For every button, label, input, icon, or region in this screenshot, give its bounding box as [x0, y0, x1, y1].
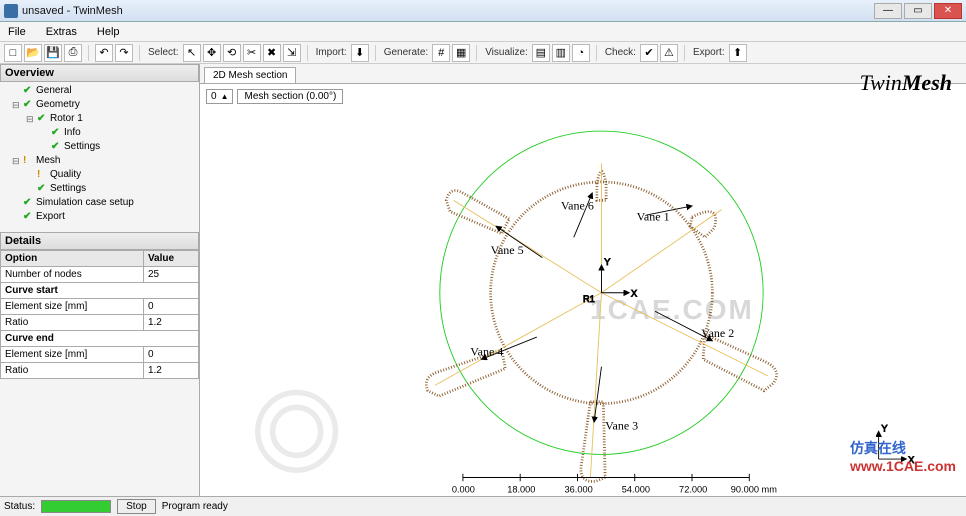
tree-node-export[interactable]: ✔Export: [4, 210, 195, 224]
scale-tick-label: 18.000: [507, 484, 535, 494]
axis-y-center: Y: [604, 257, 610, 267]
export-label: Export:: [693, 47, 725, 58]
select-label: Select:: [148, 47, 179, 58]
tab-2d-mesh[interactable]: 2D Mesh section: [204, 67, 296, 83]
new-icon[interactable]: □: [4, 44, 22, 62]
tree-node-geometry[interactable]: ⊟✔Geometry: [4, 98, 195, 112]
visualize-pie-icon[interactable]: ◔: [572, 44, 590, 62]
visualize-grid-icon[interactable]: ▤: [532, 44, 550, 62]
menubar: File Extras Help: [0, 22, 966, 42]
select-arrow-icon[interactable]: ↖: [183, 44, 201, 62]
check-quality-icon[interactable]: ✔: [640, 44, 658, 62]
status-label: Status:: [4, 501, 35, 512]
axis-x-center: X: [631, 288, 637, 298]
mesh-section-spinner[interactable]: 0 ▲: [206, 89, 233, 104]
section-curve-start: Curve start: [1, 283, 199, 299]
tree: ✔General ⊟✔Geometry ⊟✔Rotor 1 ✔Info ✔Set…: [0, 82, 199, 226]
tab-strip: 2D Mesh section: [200, 64, 966, 84]
import-label: Import:: [316, 47, 347, 58]
tree-node-general[interactable]: ✔General: [4, 84, 195, 98]
vane-4-label: Vane 4: [470, 345, 503, 359]
vane-5-label: Vane 5: [491, 243, 524, 257]
scale-tick-label: 36.000: [565, 484, 593, 494]
minimize-button[interactable]: —: [874, 3, 902, 19]
table-row: Ratio1.2: [1, 315, 199, 331]
titlebar: unsaved - TwinMesh — ▭ ✕: [0, 0, 966, 22]
workspace: Overview ✔General ⊟✔Geometry ⊟✔Rotor 1 ✔…: [0, 64, 966, 496]
details-panel: Details OptionValue Number of nodes25 Cu…: [0, 232, 199, 379]
footer-watermark: 仿真在线 www.1CAE.com: [850, 438, 956, 474]
maximize-button[interactable]: ▭: [904, 3, 932, 19]
window-title: unsaved - TwinMesh: [22, 5, 874, 17]
tree-node-info[interactable]: ✔Info: [4, 126, 195, 140]
canvas-area: 2D Mesh section 0 ▲ Mesh section (0.00°)…: [200, 64, 966, 496]
scale-tick-label: 0.000: [452, 484, 475, 494]
vane-2-label: Vane 2: [701, 326, 734, 340]
table-row: Number of nodes25: [1, 267, 199, 283]
menu-file[interactable]: File: [4, 25, 30, 39]
spinner-up-icon[interactable]: ▲: [221, 92, 229, 101]
open-icon[interactable]: 📂: [24, 44, 42, 62]
table-row: Element size [mm]0: [1, 299, 199, 315]
app-icon: [4, 4, 18, 18]
tree-node-settings-geom[interactable]: ✔Settings: [4, 140, 195, 154]
scale-tick-label: 72.000: [679, 484, 707, 494]
tree-node-quality[interactable]: !Quality: [4, 168, 195, 182]
scale-tick-label: 90.000 mm: [731, 484, 777, 494]
expand-icon: ⊟: [12, 154, 20, 168]
left-panel: Overview ✔General ⊟✔Geometry ⊟✔Rotor 1 ✔…: [0, 64, 200, 496]
vane-6-label: Vane 6: [561, 199, 594, 213]
save-icon[interactable]: 💾: [44, 44, 62, 62]
vane-1-label: Vane 1: [637, 210, 670, 224]
select-move-icon[interactable]: ✥: [203, 44, 221, 62]
axis-y-corner: Y: [881, 423, 887, 433]
tree-node-sim-setup[interactable]: ✔Simulation case setup: [4, 196, 195, 210]
undo-icon[interactable]: ↶: [95, 44, 113, 62]
table-row: Element size [mm]0: [1, 347, 199, 363]
scale-tick-label: 54.000: [622, 484, 650, 494]
menu-extras[interactable]: Extras: [42, 25, 81, 39]
table-row: Ratio1.2: [1, 363, 199, 379]
details-col-value: Value: [143, 251, 198, 267]
tree-node-settings-mesh[interactable]: ✔Settings: [4, 182, 195, 196]
check-label: Check:: [605, 47, 636, 58]
close-button[interactable]: ✕: [934, 3, 962, 19]
section-curve-end: Curve end: [1, 331, 199, 347]
mesh-section-label: Mesh section (0.00°): [237, 89, 343, 104]
vane-3-label: Vane 3: [605, 418, 638, 432]
expand-icon: ⊟: [26, 112, 34, 126]
select-clear-icon[interactable]: ✖: [263, 44, 281, 62]
details-table: OptionValue Number of nodes25 Curve star…: [0, 250, 199, 379]
generate-label: Generate:: [384, 47, 428, 58]
stop-button[interactable]: Stop: [117, 499, 156, 514]
details-col-option: Option: [1, 251, 144, 267]
expand-icon: ⊟: [12, 98, 20, 112]
generate-mesh-icon[interactable]: #: [432, 44, 450, 62]
select-cut-icon[interactable]: ✂: [243, 44, 261, 62]
visualize-label: Visualize:: [485, 47, 528, 58]
menu-help[interactable]: Help: [93, 25, 124, 39]
check-warn-icon[interactable]: ⚠: [660, 44, 678, 62]
spinner-value: 0: [211, 91, 217, 102]
export-icon[interactable]: ⬆: [729, 44, 747, 62]
saveas-icon[interactable]: ⎙: [64, 44, 82, 62]
tree-node-rotor1[interactable]: ⊟✔Rotor 1: [4, 112, 195, 126]
select-import-icon[interactable]: ⇲: [283, 44, 301, 62]
tree-node-mesh[interactable]: ⊟!Mesh: [4, 154, 195, 168]
overview-title: Overview: [0, 64, 199, 82]
logo: TwinMesh: [859, 70, 952, 96]
toolbar: □ 📂 💾 ⎙ ↶ ↷ Select: ↖ ✥ ⟲ ✂ ✖ ⇲ Import: …: [0, 42, 966, 64]
generate-volume-icon[interactable]: ▦: [452, 44, 470, 62]
statusbar: Status: Stop Program ready: [0, 496, 966, 516]
details-title: Details: [0, 232, 199, 250]
redo-icon[interactable]: ↷: [115, 44, 133, 62]
progress-bar: [41, 500, 111, 513]
select-rotate-icon[interactable]: ⟲: [223, 44, 241, 62]
status-ready: Program ready: [162, 501, 228, 512]
import-icon[interactable]: ⬇: [351, 44, 369, 62]
axis-r-center: R1: [583, 294, 595, 304]
visualize-wire-icon[interactable]: ▥: [552, 44, 570, 62]
